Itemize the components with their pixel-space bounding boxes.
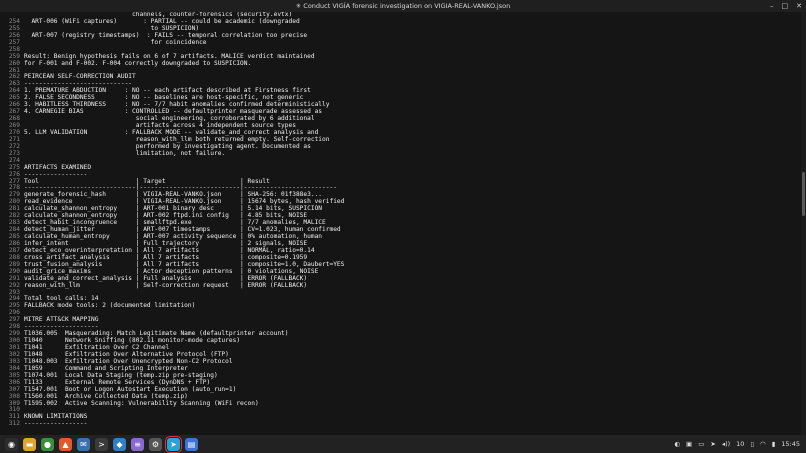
editor-line: 297 MITRE ATT&CK MAPPING bbox=[0, 316, 806, 324]
minimize-button[interactable]: – bbox=[770, 0, 774, 12]
editor-line: 260 for F-001 and F-002. F-004 correctly … bbox=[0, 59, 806, 68]
terminal-icon[interactable]: > bbox=[95, 437, 108, 451]
editor-line: 296 bbox=[0, 309, 806, 317]
battery-icon[interactable]: ▯ bbox=[750, 435, 754, 453]
line-text: FALLBACK mode tools: 2 (documented limit… bbox=[24, 302, 196, 310]
window-title: ✳ Conduct VIGÍA forensic investigation o… bbox=[295, 2, 511, 10]
line-number: 312 bbox=[8, 420, 20, 428]
window-controls: – □ ✕ bbox=[770, 0, 802, 12]
mail-icon[interactable]: ✉ bbox=[77, 437, 90, 451]
editor-line: 274 bbox=[0, 157, 806, 165]
notes-icon[interactable]: ≡ bbox=[131, 437, 144, 451]
app-launcher-icon[interactable]: ◉ bbox=[5, 437, 18, 451]
settings-icon[interactable]: ⚙ bbox=[149, 437, 162, 451]
editor-line: 275 ARTIFACTS EXAMINED bbox=[0, 164, 806, 172]
volume-level: 10 bbox=[736, 440, 745, 448]
line-text: for F-001 and F-002. F-004 correctly dow… bbox=[24, 59, 252, 67]
clock[interactable]: 15:45 bbox=[781, 435, 800, 453]
editor-line: 295 FALLBACK mode tools: 2 (documented li… bbox=[0, 302, 806, 310]
network-icon[interactable]: ◐ bbox=[674, 435, 680, 453]
chrome-icon[interactable]: ● bbox=[41, 437, 54, 451]
close-button[interactable]: ✕ bbox=[796, 0, 802, 12]
volume-icon[interactable]: ◂)) bbox=[722, 435, 730, 453]
scrollbar[interactable] bbox=[801, 12, 806, 435]
taskbar-apps: ◉ ▬ ● ▲ ✉ > ◆ ≡ ⚙ ➤ ▤ bbox=[0, 435, 198, 453]
maximize-button[interactable]: □ bbox=[782, 0, 789, 12]
line-text: ----------------- bbox=[24, 420, 88, 428]
line-text: for coincidence bbox=[24, 38, 207, 46]
battery-icon-2[interactable]: ▮ bbox=[772, 435, 776, 453]
system-tray: ◐ ▣ ▭ ➤ ◂)) 10 ▯ ◠ ▮ 15:45 bbox=[674, 435, 800, 453]
docs-icon[interactable]: ▤ bbox=[185, 437, 198, 451]
line-text: reason_with_llm | Self-correction reques… bbox=[24, 281, 308, 289]
editor-line: 309 T1595.002 Active Scanning: Vulnerabil… bbox=[0, 399, 806, 408]
wifi-icon[interactable]: ◠ bbox=[760, 435, 766, 453]
editor-line: 257 for coincidence bbox=[0, 38, 806, 47]
editor-line: 310 bbox=[0, 406, 806, 414]
clipboard-icon[interactable]: ▣ bbox=[686, 435, 692, 453]
text-editor[interactable]: channels, counter-forensics (security.ev… bbox=[0, 12, 806, 435]
editor-line: 292 reason_with_llm | Self-correction req… bbox=[0, 281, 806, 290]
display-icon[interactable]: ▭ bbox=[698, 435, 704, 453]
files-icon[interactable]: ▬ bbox=[23, 437, 36, 451]
scrollbar-thumb[interactable] bbox=[802, 172, 805, 216]
send-icon[interactable]: ➤ bbox=[710, 435, 715, 453]
vscode-icon[interactable]: ◆ bbox=[113, 437, 126, 451]
editor-line: 273 limitation, not failure. bbox=[0, 149, 806, 158]
editor-line: 293 bbox=[0, 289, 806, 297]
editor-line: 311 KNOWN LIMITATIONS bbox=[0, 413, 806, 421]
taskbar: ◉ ▬ ● ▲ ✉ > ◆ ≡ ⚙ ➤ ▤ ◐ ▣ ▭ ➤ ◂)) 10 ▯ ◠ ▮ 15:45 bbox=[0, 435, 806, 453]
line-text: T1595.002 Active Scanning: Vulnerability… bbox=[24, 399, 259, 407]
brave-icon[interactable]: ▲ bbox=[59, 437, 72, 451]
line-text: limitation, not failure. bbox=[24, 149, 226, 157]
telegram-icon[interactable]: ➤ bbox=[165, 435, 182, 453]
editor-line: 312 ----------------- bbox=[0, 420, 806, 428]
window-titlebar: ✳ Conduct VIGÍA forensic investigation o… bbox=[0, 0, 806, 12]
